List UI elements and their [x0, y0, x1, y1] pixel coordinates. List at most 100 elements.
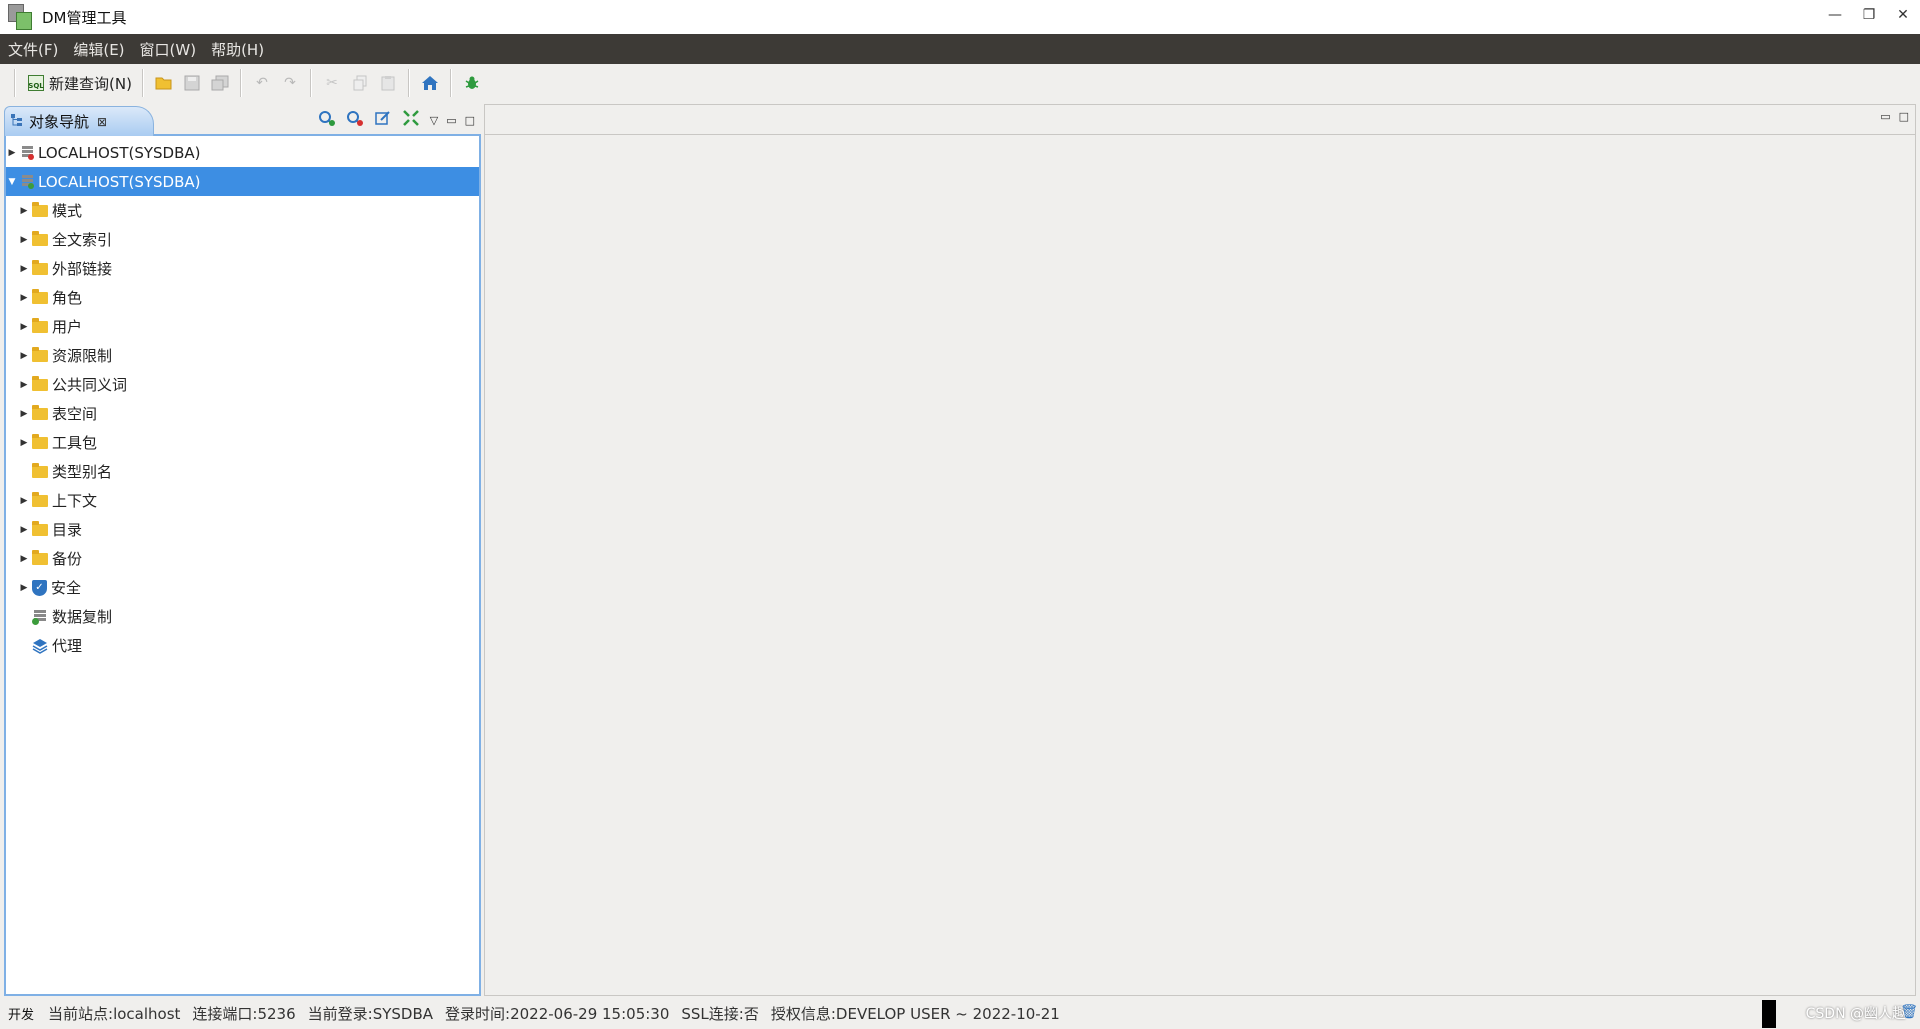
tree-node-type-alias[interactable]: 类型别名 — [6, 457, 479, 486]
tree-node-directory[interactable]: ▶ 目录 — [6, 515, 479, 544]
tree-node-agent[interactable]: 代理 — [6, 631, 479, 660]
collapsed-arrow-icon[interactable]: ▶ — [18, 438, 30, 448]
navigator-icon — [11, 114, 23, 129]
folder-open-icon — [154, 73, 174, 93]
toolbar-separator — [449, 69, 452, 97]
tree-node-public-synonym[interactable]: ▶ 公共同义词 — [6, 370, 479, 399]
collapsed-arrow-icon[interactable]: ▶ — [18, 583, 30, 593]
tree-node-context[interactable]: ▶ 上下文 — [6, 486, 479, 515]
cut-button[interactable]: ✂ — [318, 68, 346, 98]
menu-file[interactable]: 文件(F) — [8, 39, 58, 60]
replication-icon — [32, 609, 48, 625]
tree-node-label: 资源限制 — [52, 347, 113, 365]
view-menu-icon[interactable]: ▽ — [430, 114, 438, 127]
collapsed-arrow-icon[interactable]: ▶ — [18, 380, 30, 390]
tree-node-connection[interactable]: ▶ LOCALHOST(SYSDBA) — [6, 138, 479, 167]
paste-button[interactable] — [374, 68, 402, 98]
status-site: 当前站点:localhost — [48, 1005, 181, 1023]
save-all-icon — [210, 73, 230, 93]
tree-node-label: 工具包 — [52, 434, 98, 452]
maximize-panel-icon[interactable]: □ — [465, 114, 475, 127]
editor-area: ▭ □ — [484, 104, 1916, 996]
tree-node-label: 角色 — [52, 289, 83, 307]
expand-all-button[interactable] — [400, 109, 422, 131]
folder-icon — [32, 201, 48, 217]
menu-window[interactable]: 窗口(W) — [140, 39, 197, 60]
cut-icon: ✂ — [326, 75, 338, 91]
tree-node-external-link[interactable]: ▶ 外部链接 — [6, 254, 479, 283]
collapsed-arrow-icon[interactable]: ▶ — [18, 554, 30, 564]
tree-node-label: 表空间 — [52, 405, 98, 423]
edit-icon — [374, 110, 391, 130]
toolbar-separator — [239, 69, 242, 97]
menu-help[interactable]: 帮助(H) — [211, 39, 264, 60]
app-logo-icon — [8, 4, 32, 30]
maximize-editor-icon[interactable]: □ — [1899, 110, 1909, 123]
status-ssl: SSL连接:否 — [681, 1005, 759, 1023]
new-query-label: 新建查询(N) — [49, 74, 132, 93]
close-tab-icon[interactable]: ⊠ — [97, 115, 107, 129]
tree-node-label: 全文索引 — [52, 231, 113, 249]
disconnect-button[interactable] — [344, 109, 366, 131]
collapsed-arrow-icon[interactable]: ▶ — [18, 351, 30, 361]
navigator-tools: ▽ ▭ □ — [310, 108, 475, 132]
tree-node-resource-limit[interactable]: ▶ 资源限制 — [6, 341, 479, 370]
expanded-arrow-icon[interactable]: ▼ — [6, 177, 18, 187]
collapsed-arrow-icon[interactable]: ▶ — [18, 206, 30, 216]
close-button[interactable]: ✕ — [1886, 0, 1920, 30]
save-button[interactable] — [178, 68, 206, 98]
status-license: 授权信息:DEVELOP USER ~ 2022-10-21 — [770, 1005, 1060, 1023]
menu-edit[interactable]: 编辑(E) — [73, 39, 124, 60]
tree-node-backup[interactable]: ▶ 备份 — [6, 544, 479, 573]
tree-node-replication[interactable]: 数据复制 — [6, 602, 479, 631]
layers-icon — [32, 638, 48, 654]
object-tree: ▶ LOCALHOST(SYSDBA) ▼ LOCALHOST(SYSDBA) … — [4, 136, 481, 996]
tree-node-tablespace[interactable]: ▶ 表空间 — [6, 399, 479, 428]
minimize-button[interactable]: — — [1818, 0, 1852, 30]
tree-node-security[interactable]: ▶ ✓ 安全 — [6, 573, 479, 602]
collapsed-arrow-icon[interactable]: ▶ — [18, 409, 30, 419]
tree-node-role[interactable]: ▶ 角色 — [6, 283, 479, 312]
undo-button[interactable]: ↶ — [248, 68, 276, 98]
copy-button[interactable] — [346, 68, 374, 98]
connect-button[interactable] — [316, 109, 338, 131]
tree-node-label: 代理 — [52, 637, 83, 655]
save-all-button[interactable] — [206, 68, 234, 98]
restore-button[interactable]: ❐ — [1852, 0, 1886, 30]
trash-icon[interactable]: 🗑 — [1900, 1004, 1918, 1020]
bug-icon — [462, 73, 482, 93]
tree-node-connection-selected[interactable]: ▼ LOCALHOST(SYSDBA) — [6, 167, 479, 196]
tab-object-navigator[interactable]: 对象导航 ⊠ — [4, 106, 154, 136]
tree-node-package[interactable]: ▶ 工具包 — [6, 428, 479, 457]
collapsed-arrow-icon[interactable]: ▶ — [18, 264, 30, 274]
minimize-editor-icon[interactable]: ▭ — [1880, 110, 1890, 123]
tree-node-label: 类型别名 — [52, 463, 113, 481]
folder-icon — [32, 288, 48, 304]
collapsed-arrow-icon[interactable]: ▶ — [18, 293, 30, 303]
tree-node-user[interactable]: ▶ 用户 — [6, 312, 479, 341]
home-button[interactable] — [416, 68, 444, 98]
minimize-panel-icon[interactable]: ▭ — [446, 114, 456, 127]
collapsed-arrow-icon[interactable]: ▶ — [18, 496, 30, 506]
edit-button[interactable] — [372, 109, 394, 131]
tree-node-label: 公共同义词 — [52, 376, 128, 394]
tree-node-label: 数据复制 — [52, 608, 113, 626]
status-login: 当前登录:SYSDBA — [307, 1005, 434, 1023]
editor-tab-bar: ▭ □ — [485, 105, 1915, 135]
collapsed-arrow-icon[interactable]: ▶ — [18, 525, 30, 535]
redo-icon: ↷ — [284, 75, 296, 91]
debug-button[interactable] — [458, 68, 486, 98]
collapsed-arrow-icon[interactable]: ▶ — [6, 148, 18, 158]
collapsed-arrow-icon[interactable]: ▶ — [18, 322, 30, 332]
collapsed-arrow-icon[interactable]: ▶ — [18, 235, 30, 245]
paste-icon — [378, 73, 398, 93]
new-query-button[interactable]: SQL 新建查询(N) — [22, 68, 136, 98]
tree-node-fulltext-index[interactable]: ▶ 全文索引 — [6, 225, 479, 254]
folder-icon — [32, 375, 48, 391]
redo-button[interactable]: ↷ — [276, 68, 304, 98]
tab-label: 对象导航 — [29, 113, 90, 131]
folder-icon — [32, 462, 48, 478]
toolbar-separator — [141, 69, 144, 97]
open-button[interactable] — [150, 68, 178, 98]
tree-node-schema[interactable]: ▶ 模式 — [6, 196, 479, 225]
